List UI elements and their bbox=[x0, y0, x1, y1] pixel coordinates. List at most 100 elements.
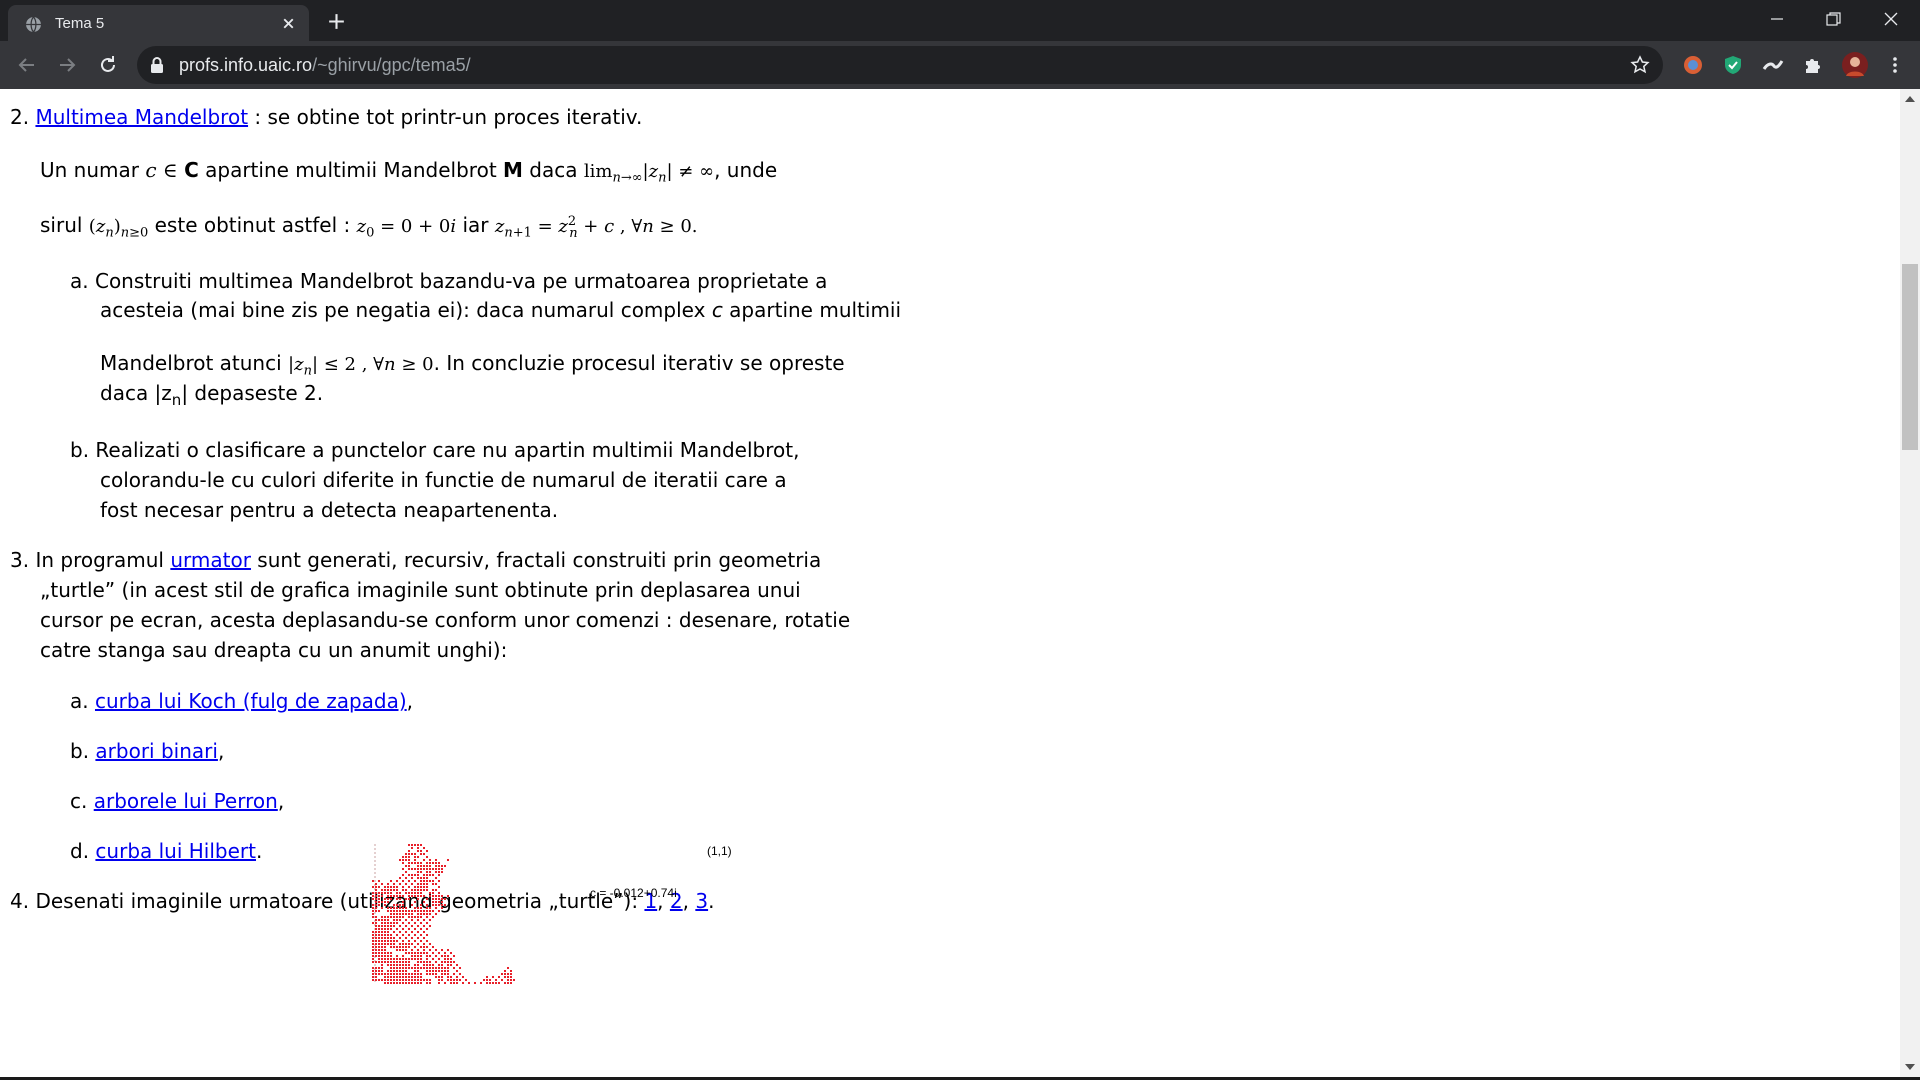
item-2-rest: : se obtine tot printr-un proces iterati… bbox=[248, 105, 643, 129]
fractal-dot bbox=[396, 979, 398, 981]
fractal-dot bbox=[399, 967, 401, 969]
fractal-dot bbox=[381, 916, 383, 918]
fractal-dot bbox=[387, 943, 389, 945]
fractal-dot bbox=[507, 976, 509, 978]
fractal-dot bbox=[387, 907, 389, 909]
fractal-dot bbox=[432, 862, 434, 864]
sub-letter: a. bbox=[70, 689, 89, 713]
fractal-dot bbox=[411, 892, 413, 894]
fractal-dot bbox=[414, 940, 416, 942]
shield-extension-icon[interactable] bbox=[1722, 54, 1744, 76]
fractal-dot bbox=[417, 910, 419, 912]
fractal-dot bbox=[372, 898, 374, 900]
bookmark-star-icon[interactable] bbox=[1630, 55, 1650, 75]
fractal-dot bbox=[384, 898, 386, 900]
fractal-dot bbox=[405, 889, 407, 891]
fractal-dot bbox=[432, 967, 434, 969]
fractal-dot bbox=[483, 979, 485, 981]
fractal-dot bbox=[411, 904, 413, 906]
fractal-dot bbox=[423, 964, 425, 966]
fractal-dot bbox=[426, 880, 428, 882]
menu-dots-icon[interactable] bbox=[1884, 54, 1906, 76]
fractal-dot bbox=[444, 970, 446, 972]
text: . In concluzie procesul iterativ se opre… bbox=[433, 351, 845, 375]
text: daca bbox=[522, 158, 584, 182]
fractal-dot bbox=[426, 922, 428, 924]
fractal-dot bbox=[402, 979, 404, 981]
profile-avatar[interactable] bbox=[1842, 52, 1868, 78]
fractal-dot bbox=[396, 895, 398, 897]
fractal-dot bbox=[426, 934, 428, 936]
fractal-dot bbox=[429, 961, 431, 963]
fractal-dot bbox=[375, 943, 377, 945]
hilbert-curve-link[interactable]: curba lui Hilbert bbox=[95, 839, 256, 863]
fractal-dot bbox=[441, 871, 443, 873]
extension-icon-colorful[interactable] bbox=[1682, 54, 1704, 76]
minimize-icon[interactable] bbox=[1766, 8, 1788, 30]
new-tab-icon[interactable] bbox=[326, 11, 347, 32]
fractal-dot bbox=[387, 961, 389, 963]
puzzle-extensions-icon[interactable] bbox=[1802, 54, 1824, 76]
fractal-dot bbox=[426, 862, 428, 864]
fractal-dot bbox=[426, 973, 428, 975]
fractal-dot bbox=[402, 859, 404, 861]
fractal-dot bbox=[384, 919, 386, 921]
fractal-dot bbox=[426, 910, 428, 912]
scrollbar-track[interactable] bbox=[1900, 89, 1920, 1080]
fractal-dot bbox=[405, 961, 407, 963]
fractal-dot bbox=[399, 976, 401, 978]
fractal-dot bbox=[441, 970, 443, 972]
fractal-dot bbox=[435, 904, 437, 906]
fractal-dot bbox=[429, 973, 431, 975]
forward-icon[interactable] bbox=[55, 53, 79, 77]
fractal-dot bbox=[378, 949, 380, 951]
trend-extension-icon[interactable] bbox=[1762, 54, 1784, 76]
fractal-dot bbox=[411, 847, 413, 849]
fractal-dot bbox=[399, 943, 401, 945]
fractal-dot bbox=[372, 934, 374, 936]
browser-tab[interactable]: Tema 5 bbox=[8, 5, 309, 41]
fractal-dot bbox=[381, 949, 383, 951]
reload-icon[interactable] bbox=[96, 53, 120, 77]
fractal-dot bbox=[450, 952, 452, 954]
fractal-dot bbox=[432, 874, 434, 876]
close-window-icon[interactable] bbox=[1880, 8, 1902, 30]
fractal-dot bbox=[381, 979, 383, 981]
formula: c bbox=[145, 158, 157, 182]
fractal-dot bbox=[390, 973, 392, 975]
fractal-dot bbox=[381, 934, 383, 936]
back-icon[interactable] bbox=[15, 53, 39, 77]
fractal-dot bbox=[432, 916, 434, 918]
binary-trees-link[interactable]: arbori binari bbox=[95, 739, 218, 763]
restore-icon[interactable] bbox=[1822, 8, 1844, 30]
fractal-dot bbox=[420, 940, 422, 942]
fractal-dot bbox=[423, 943, 425, 945]
urmator-link[interactable]: urmator bbox=[170, 548, 251, 572]
fractal-dot bbox=[432, 910, 434, 912]
close-tab-icon[interactable] bbox=[280, 15, 297, 32]
fractal-dot bbox=[375, 901, 377, 903]
perron-tree-link[interactable]: arborele lui Perron bbox=[94, 789, 278, 813]
fractal-dot bbox=[447, 961, 449, 963]
fractal-dot bbox=[396, 949, 398, 951]
fractal-dot bbox=[402, 874, 404, 876]
address-bar[interactable]: profs.info.uaic.ro/~ghirvu/gpc/tema5/ bbox=[137, 46, 1663, 84]
scroll-down-icon[interactable] bbox=[1904, 1062, 1916, 1072]
fractal-dot bbox=[447, 958, 449, 960]
fractal-dot bbox=[405, 958, 407, 960]
fractal-dot bbox=[402, 943, 404, 945]
mandelbrot-link[interactable]: Multimea Mandelbrot bbox=[35, 105, 248, 129]
scroll-up-icon[interactable] bbox=[1904, 94, 1916, 104]
fractal-dot bbox=[375, 892, 377, 894]
fractal-dot bbox=[426, 967, 428, 969]
url-text[interactable]: profs.info.uaic.ro/~ghirvu/gpc/tema5/ bbox=[179, 55, 471, 76]
fractal-dot bbox=[417, 970, 419, 972]
lock-icon[interactable] bbox=[149, 56, 165, 74]
item-number: 3. bbox=[10, 548, 30, 572]
fractal-dot bbox=[450, 976, 452, 978]
koch-curve-link[interactable]: curba lui Koch (fulg de zapada) bbox=[95, 689, 407, 713]
fractal-dot bbox=[417, 919, 419, 921]
fractal-dot bbox=[429, 925, 431, 927]
scrollbar-thumb[interactable] bbox=[1902, 264, 1918, 450]
fractal-dot bbox=[381, 952, 383, 954]
